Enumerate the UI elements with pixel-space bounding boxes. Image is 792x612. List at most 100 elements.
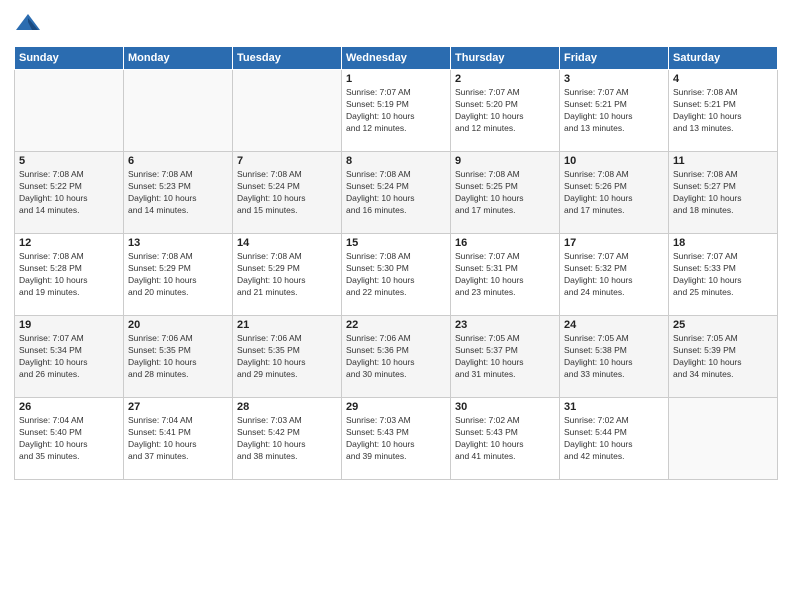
day-info: Sunrise: 7:03 AM Sunset: 5:43 PM Dayligh… (346, 415, 446, 463)
calendar-cell (15, 70, 124, 152)
day-number: 12 (19, 237, 119, 249)
day-info: Sunrise: 7:02 AM Sunset: 5:43 PM Dayligh… (455, 415, 555, 463)
day-number: 22 (346, 319, 446, 331)
calendar-cell: 21 Sunrise: 7:06 AM Sunset: 5:35 PM Dayli… (233, 316, 342, 398)
day-info: Sunrise: 7:07 AM Sunset: 5:19 PM Dayligh… (346, 87, 446, 135)
day-info: Sunrise: 7:07 AM Sunset: 5:31 PM Dayligh… (455, 251, 555, 299)
day-info: Sunrise: 7:08 AM Sunset: 5:21 PM Dayligh… (673, 87, 773, 135)
day-info: Sunrise: 7:07 AM Sunset: 5:20 PM Dayligh… (455, 87, 555, 135)
calendar-cell: 2 Sunrise: 7:07 AM Sunset: 5:20 PM Daylig… (451, 70, 560, 152)
calendar-cell: 31 Sunrise: 7:02 AM Sunset: 5:44 PM Dayli… (560, 398, 669, 480)
logo-icon (14, 10, 42, 38)
calendar-week-row: 5 Sunrise: 7:08 AM Sunset: 5:22 PM Daylig… (15, 152, 778, 234)
day-number: 14 (237, 237, 337, 249)
weekday-header-wednesday: Wednesday (342, 47, 451, 70)
calendar-cell: 14 Sunrise: 7:08 AM Sunset: 5:29 PM Dayli… (233, 234, 342, 316)
day-number: 9 (455, 155, 555, 167)
calendar-cell: 3 Sunrise: 7:07 AM Sunset: 5:21 PM Daylig… (560, 70, 669, 152)
day-info: Sunrise: 7:05 AM Sunset: 5:37 PM Dayligh… (455, 333, 555, 381)
day-info: Sunrise: 7:08 AM Sunset: 5:24 PM Dayligh… (237, 169, 337, 217)
day-number: 20 (128, 319, 228, 331)
day-number: 13 (128, 237, 228, 249)
day-number: 25 (673, 319, 773, 331)
calendar-cell: 24 Sunrise: 7:05 AM Sunset: 5:38 PM Dayli… (560, 316, 669, 398)
day-number: 21 (237, 319, 337, 331)
day-number: 11 (673, 155, 773, 167)
weekday-header-saturday: Saturday (669, 47, 778, 70)
calendar-cell: 8Sunrise: 7:08 AM Sunset: 5:24 PM Daylig… (342, 152, 451, 234)
day-number: 3 (564, 73, 664, 85)
day-info: Sunrise: 7:07 AM Sunset: 5:33 PM Dayligh… (673, 251, 773, 299)
day-number: 30 (455, 401, 555, 413)
day-info: Sunrise: 7:06 AM Sunset: 5:36 PM Dayligh… (346, 333, 446, 381)
calendar-cell: 30 Sunrise: 7:02 AM Sunset: 5:43 PM Dayli… (451, 398, 560, 480)
day-number: 28 (237, 401, 337, 413)
weekday-header-friday: Friday (560, 47, 669, 70)
day-info: Sunrise: 7:08 AM Sunset: 5:29 PM Dayligh… (128, 251, 228, 299)
calendar-cell: 5 Sunrise: 7:08 AM Sunset: 5:22 PM Daylig… (15, 152, 124, 234)
day-info: Sunrise: 7:08 AM Sunset: 5:25 PM Dayligh… (455, 169, 555, 217)
day-info: Sunrise: 7:04 AM Sunset: 5:40 PM Dayligh… (19, 415, 119, 463)
calendar-cell: 12 Sunrise: 7:08 AM Sunset: 5:28 PM Dayli… (15, 234, 124, 316)
calendar-cell: 23Sunrise: 7:05 AM Sunset: 5:37 PM Dayli… (451, 316, 560, 398)
calendar-cell: 29 Sunrise: 7:03 AM Sunset: 5:43 PM Dayli… (342, 398, 451, 480)
day-info: Sunrise: 7:08 AM Sunset: 5:22 PM Dayligh… (19, 169, 119, 217)
day-number: 16 (455, 237, 555, 249)
header (14, 10, 778, 38)
calendar-cell: 10 Sunrise: 7:08 AM Sunset: 5:26 PM Dayli… (560, 152, 669, 234)
day-info: Sunrise: 7:05 AM Sunset: 5:39 PM Dayligh… (673, 333, 773, 381)
weekday-header-monday: Monday (124, 47, 233, 70)
weekday-header-row: SundayMondayTuesdayWednesdayThursdayFrid… (15, 47, 778, 70)
calendar-cell: 19Sunrise: 7:07 AM Sunset: 5:34 PM Dayli… (15, 316, 124, 398)
day-info: Sunrise: 7:08 AM Sunset: 5:26 PM Dayligh… (564, 169, 664, 217)
calendar-week-row: 26 Sunrise: 7:04 AM Sunset: 5:40 PM Dayli… (15, 398, 778, 480)
day-number: 24 (564, 319, 664, 331)
calendar-cell: 27Sunrise: 7:04 AM Sunset: 5:41 PM Dayli… (124, 398, 233, 480)
day-info: Sunrise: 7:08 AM Sunset: 5:27 PM Dayligh… (673, 169, 773, 217)
day-info: Sunrise: 7:08 AM Sunset: 5:29 PM Dayligh… (237, 251, 337, 299)
day-number: 7 (237, 155, 337, 167)
day-number: 5 (19, 155, 119, 167)
day-number: 31 (564, 401, 664, 413)
calendar-cell: 17 Sunrise: 7:07 AM Sunset: 5:32 PM Dayli… (560, 234, 669, 316)
day-info: Sunrise: 7:07 AM Sunset: 5:32 PM Dayligh… (564, 251, 664, 299)
day-info: Sunrise: 7:02 AM Sunset: 5:44 PM Dayligh… (564, 415, 664, 463)
day-number: 15 (346, 237, 446, 249)
weekday-header-sunday: Sunday (15, 47, 124, 70)
calendar-cell: 18 Sunrise: 7:07 AM Sunset: 5:33 PM Dayli… (669, 234, 778, 316)
day-info: Sunrise: 7:08 AM Sunset: 5:28 PM Dayligh… (19, 251, 119, 299)
weekday-header-tuesday: Tuesday (233, 47, 342, 70)
calendar-cell (669, 398, 778, 480)
day-number: 10 (564, 155, 664, 167)
calendar-cell: 11 Sunrise: 7:08 AM Sunset: 5:27 PM Dayli… (669, 152, 778, 234)
calendar-cell: 26 Sunrise: 7:04 AM Sunset: 5:40 PM Dayli… (15, 398, 124, 480)
day-number: 29 (346, 401, 446, 413)
day-number: 17 (564, 237, 664, 249)
day-info: Sunrise: 7:06 AM Sunset: 5:35 PM Dayligh… (237, 333, 337, 381)
day-number: 4 (673, 73, 773, 85)
day-info: Sunrise: 7:07 AM Sunset: 5:21 PM Dayligh… (564, 87, 664, 135)
day-number: 26 (19, 401, 119, 413)
day-info: Sunrise: 7:04 AM Sunset: 5:41 PM Dayligh… (128, 415, 228, 463)
day-info: Sunrise: 7:05 AM Sunset: 5:38 PM Dayligh… (564, 333, 664, 381)
day-info: Sunrise: 7:07 AM Sunset: 5:34 PM Dayligh… (19, 333, 119, 381)
calendar-cell: 4 Sunrise: 7:08 AM Sunset: 5:21 PM Daylig… (669, 70, 778, 152)
day-number: 18 (673, 237, 773, 249)
calendar-cell: 16 Sunrise: 7:07 AM Sunset: 5:31 PM Dayli… (451, 234, 560, 316)
calendar-cell (233, 70, 342, 152)
day-info: Sunrise: 7:06 AM Sunset: 5:35 PM Dayligh… (128, 333, 228, 381)
weekday-header-thursday: Thursday (451, 47, 560, 70)
day-number: 6 (128, 155, 228, 167)
day-info: Sunrise: 7:03 AM Sunset: 5:42 PM Dayligh… (237, 415, 337, 463)
day-info: Sunrise: 7:08 AM Sunset: 5:23 PM Dayligh… (128, 169, 228, 217)
day-info: Sunrise: 7:08 AM Sunset: 5:30 PM Dayligh… (346, 251, 446, 299)
calendar-cell: 22 Sunrise: 7:06 AM Sunset: 5:36 PM Dayli… (342, 316, 451, 398)
calendar-week-row: 19Sunrise: 7:07 AM Sunset: 5:34 PM Dayli… (15, 316, 778, 398)
calendar-week-row: 1 Sunrise: 7:07 AM Sunset: 5:19 PM Daylig… (15, 70, 778, 152)
main-container: SundayMondayTuesdayWednesdayThursdayFrid… (0, 0, 792, 488)
calendar-table: SundayMondayTuesdayWednesdayThursdayFrid… (14, 46, 778, 480)
day-number: 2 (455, 73, 555, 85)
calendar-cell: 1 Sunrise: 7:07 AM Sunset: 5:19 PM Daylig… (342, 70, 451, 152)
day-number: 1 (346, 73, 446, 85)
day-number: 8 (346, 155, 446, 167)
